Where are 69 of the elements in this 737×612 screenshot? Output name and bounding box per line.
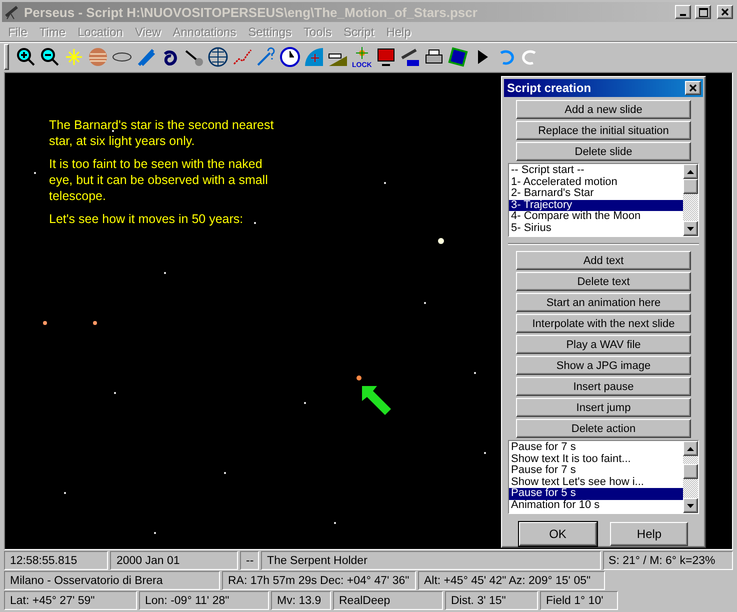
list-item[interactable]: 2- Barnard's Star (509, 188, 683, 200)
list-box[interactable]: Pause for 7 s Show text It is too faint... Pause for 7 s Show text Let's see how i... Pause for 5 s Animation for 10 s (508, 440, 699, 514)
status-cell: S: 21° / M: 6° k=23% (602, 551, 733, 570)
zoom-in-icon[interactable] (15, 46, 37, 68)
action-button[interactable]: Delete text (516, 272, 691, 291)
list-item[interactable]: Pause for 7 s (509, 442, 683, 454)
dialog-button[interactable]: OK (518, 522, 597, 546)
toolbar-grip[interactable] (4, 44, 9, 70)
status-cell: Lon: -09° 11' 28" (139, 591, 269, 610)
action-button[interactable]: Show a JPG image (516, 356, 691, 375)
list-item[interactable]: 4- Compare with the Moon (509, 211, 683, 223)
status-cell: Alt: +45° 45' 42" Az: 209° 15' 05" (418, 571, 605, 590)
zoom-out-icon[interactable] (39, 46, 61, 68)
down-arrow-icon (687, 226, 694, 230)
clock-icon[interactable] (279, 46, 301, 68)
scroll-thumb[interactable] (683, 179, 698, 194)
arrow-icon (359, 383, 393, 417)
list-box[interactable]: -- Script start -- 1- Accelerated motion 2- Barnard's Star 3- Trajectory 4- Compare with the Moon 5- Sirius (508, 163, 699, 237)
action-button[interactable]: Play a WAV file (516, 335, 691, 354)
scroll-bar[interactable] (683, 441, 698, 513)
close-icon (689, 84, 697, 92)
caption-text: Let's see how it moves in 50 years: (49, 211, 244, 227)
dialog-button[interactable]: Help (610, 522, 688, 546)
list-item[interactable]: -- Script start -- (509, 165, 683, 177)
status-cell: Mv: 13.9 (271, 591, 331, 610)
minimize-button[interactable] (675, 5, 691, 19)
action-button[interactable]: Insert pause (516, 377, 691, 396)
action-button[interactable]: Interpolate with the next slide (516, 314, 691, 333)
list-item[interactable]: 5- Sirius (509, 222, 683, 235)
monitor-icon[interactable] (375, 46, 397, 68)
status-cell: -- (240, 551, 260, 570)
caption-text: The Barnard's star is the second nearest star, at six light years only. (49, 117, 275, 149)
list-item[interactable]: 3- Trajectory (509, 200, 683, 212)
action-button[interactable]: Delete action (516, 419, 691, 438)
up-arrow-icon (687, 170, 694, 174)
up-arrow-icon (687, 446, 694, 450)
status-cell: 12:58:55.815 (4, 551, 108, 570)
down-arrow-icon (687, 504, 694, 508)
list-item[interactable]: Show text It is too faint... (509, 454, 683, 466)
window-title: Perseus - Script H:\NUOVOSITOPERSEUS\eng\The_Motion_of_Stars.pscr (24, 4, 478, 20)
status-cell: Field 1° 10' (540, 591, 618, 610)
dialog-title: Script creation (507, 81, 592, 95)
close-icon (721, 8, 729, 16)
scroll-thumb[interactable] (683, 464, 698, 479)
list-item[interactable]: Pause for 7 s (509, 465, 683, 477)
globe-icon[interactable] (207, 46, 229, 68)
maximize-icon (698, 8, 708, 16)
slide-button[interactable]: Delete slide (516, 142, 691, 161)
list-item[interactable]: 1- Accelerated motion (509, 176, 683, 188)
status-cell: RealDeep (333, 591, 443, 610)
caption-text: It is too faint to be seen with the naked eye, but it can be observed with a small telescope. (49, 156, 269, 204)
maximize-button[interactable] (695, 5, 711, 19)
status-cell: Lat: +45° 27' 59" (4, 591, 137, 610)
status-cell: Milano - Osservatorio di Brera (4, 571, 220, 590)
close-button[interactable] (685, 81, 701, 95)
status-cell: RA: 17h 57m 29s Dec: +04° 47' 36" (222, 571, 416, 590)
list-item[interactable]: Pause for 5 s (509, 488, 683, 500)
status-cell: 2000 Jan 01 (110, 551, 238, 570)
scroll-bar[interactable] (683, 164, 698, 236)
slide-button[interactable]: Replace the initial situation (516, 121, 691, 140)
action-button[interactable]: Insert jump (516, 398, 691, 417)
action-button[interactable]: Start an animation here (516, 293, 691, 312)
status-cell: Dist. 3' 15" (445, 591, 538, 610)
action-button[interactable]: Add text (516, 251, 691, 270)
slide-button[interactable]: Add a new slide (516, 100, 691, 119)
status-cell: The Serpent Holder (261, 551, 601, 570)
close-button[interactable] (717, 5, 733, 19)
list-item[interactable]: Animation for 10 s (509, 500, 683, 512)
list-item[interactable]: Show text Let's see how i... (509, 476, 683, 488)
